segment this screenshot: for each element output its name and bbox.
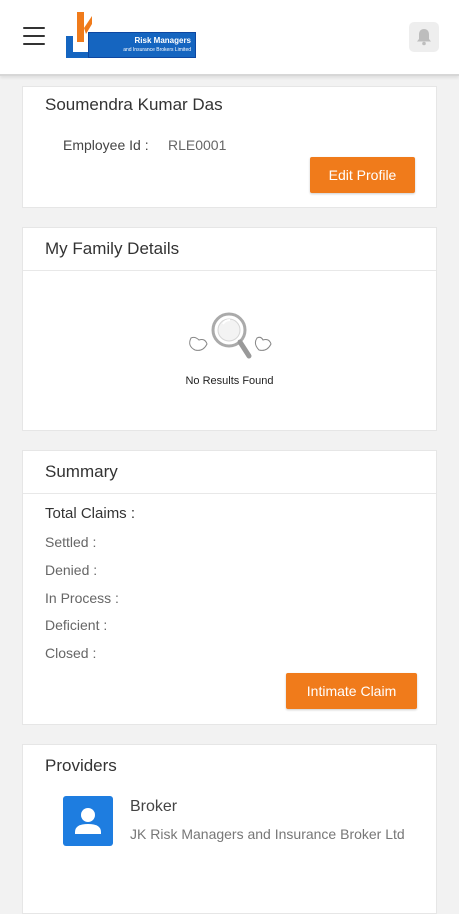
user-icon — [75, 808, 101, 834]
providers-title: Providers — [45, 756, 117, 775]
provider-subtitle: JK Risk Managers and Insurance Broker Lt… — [130, 826, 405, 842]
providers-card: Providers Broker JK Risk Managers and In… — [22, 744, 437, 914]
bell-icon — [417, 29, 431, 46]
avatar — [63, 796, 113, 846]
settled-label: Settled : — [45, 534, 97, 550]
logo-title: Risk Managers — [134, 36, 191, 45]
profile-card: Soumendra Kumar Das Employee Id : RLE000… — [22, 86, 437, 208]
app-header: Risk Managers and Insurance Brokers Limi… — [0, 0, 459, 76]
notification-button[interactable] — [409, 22, 439, 52]
empty-state: No Results Found — [23, 270, 436, 430]
logo-subtitle: and Insurance Brokers Limited — [123, 47, 191, 53]
summary-title: Summary — [23, 451, 436, 494]
logo-text-box: Risk Managers and Insurance Brokers Limi… — [88, 32, 196, 58]
deficient-label: Deficient : — [45, 617, 108, 633]
provider-title[interactable]: Broker — [130, 798, 177, 816]
intimate-claim-button[interactable]: Intimate Claim — [286, 673, 417, 709]
summary-card: Summary Total Claims : Settled : Denied … — [22, 450, 437, 725]
magnifier-icon — [189, 312, 272, 359]
total-claims-label: Total Claims : — [45, 505, 136, 522]
in-process-label: In Process : — [45, 590, 119, 606]
family-details-title: My Family Details — [23, 228, 436, 271]
profile-name: Soumendra Kumar Das — [45, 95, 223, 114]
closed-label: Closed : — [45, 645, 97, 661]
no-results-text: No Results Found — [185, 375, 274, 387]
denied-label: Denied : — [45, 562, 98, 578]
employee-id-value: RLE0001 — [168, 137, 227, 153]
company-logo: Risk Managers and Insurance Brokers Limi… — [64, 12, 196, 60]
employee-id-label: Employee Id : — [63, 137, 149, 153]
menu-icon[interactable] — [23, 27, 45, 47]
family-details-card: My Family Details No Results Found — [22, 227, 437, 431]
edit-profile-button[interactable]: Edit Profile — [310, 157, 415, 193]
